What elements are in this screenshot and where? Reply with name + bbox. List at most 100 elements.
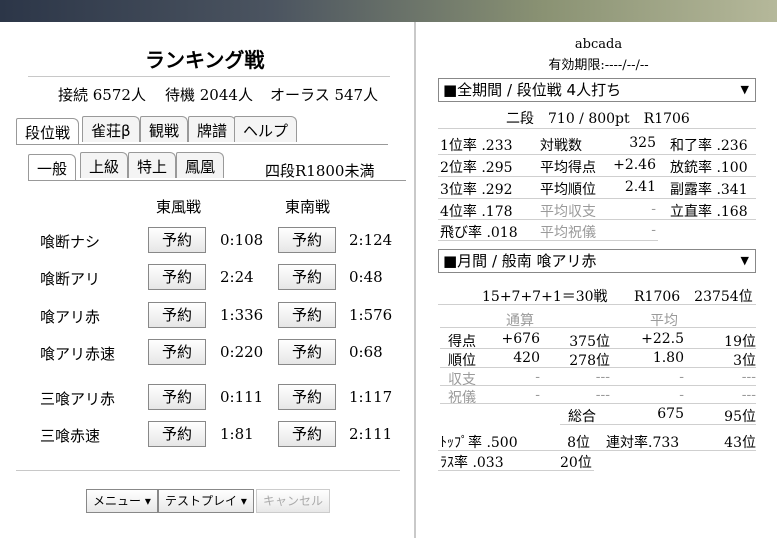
stat-avg-score-label: 平均得点 [540,160,596,176]
reserve-tonpu-button[interactable]: 予約 [148,421,206,447]
reserve-tonnan-button[interactable]: 予約 [278,384,336,410]
grid-line [440,327,756,328]
tonnan-count: 1:117 [349,388,393,406]
monthly-rating: R1706 23754位 [634,289,753,305]
top-rate: ﾄｯﾌﾟ率 .500 [440,435,518,451]
menu-button[interactable]: メニュー ▾ [86,489,158,513]
testplay-button[interactable]: テストプレイ ▾ [158,489,254,513]
divider [438,304,756,305]
stat-avg-rank-value: 2.41 [624,179,656,195]
tonpu-count: 0:111 [220,388,264,406]
reserve-tonnan-button[interactable]: 予約 [278,264,336,290]
stat-win-rate: 和了率 .236 [670,138,748,154]
reserve-tonnan-button[interactable]: 予約 [278,227,336,253]
total-value: - [535,387,540,403]
subtab-houou[interactable]: 鳳凰 [176,152,225,178]
avg-rank: --- [741,387,756,403]
overall-rank: 95位 [724,409,756,425]
subtab-strip-line [28,180,406,181]
stat-1st-rate: 1位率 .233 [440,138,513,154]
tonnan-count: 1:576 [349,306,393,324]
monthly-mode-select[interactable]: ■月間 / 般南 喰アリ赤 ▼ [438,249,756,273]
tab-haifu[interactable]: 牌譜 [188,116,237,142]
reserve-tonpu-button[interactable]: 予約 [148,384,206,410]
avg-value: - [679,387,684,403]
stat-games-value: 325 [629,135,656,151]
last-rate: ﾗｽ率 .033 [440,455,504,471]
row-label: 三喰赤速 [40,427,101,445]
tab-dan[interactable]: 段位戦 [16,118,80,145]
tonpu-count: 1:81 [220,425,254,443]
row-label: 収支 [448,372,476,388]
username: abcada [574,37,623,52]
row-label: 祝儀 [448,390,476,406]
grid-line [438,198,756,199]
stat-2nd-rate: 2位率 .295 [440,160,513,176]
grid-line [440,385,756,386]
player-stats-panel: abcada 有効期限:----/--/-- ■全期間 / 段位戦 4人打ち ▼… [420,22,777,538]
divider [438,128,756,129]
grid-line [438,176,756,177]
tab-help[interactable]: ヘルプ [234,116,298,142]
overall-label: 総合 [568,409,596,425]
select-value: ■全期間 / 段位戦 4人打ち [443,81,622,99]
stat-avg-bonus-value: - [651,222,656,238]
cancel-button[interactable]: キャンセル [256,489,331,513]
reserve-tonpu-button[interactable]: 予約 [148,264,206,290]
tonnan-count: 0:48 [349,268,383,286]
avg-value: +22.5 [641,331,684,347]
avg-rank: --- [741,369,756,385]
bottom-divider [16,470,400,471]
grid-line [440,348,756,349]
stat-avg-balance-label: 平均収支 [540,204,596,220]
grid-line [438,154,756,155]
reserve-tonpu-button[interactable]: 予約 [148,227,206,253]
dropdown-arrow-icon: ▼ [740,254,749,267]
tab-strip-line [16,144,388,145]
tonpu-count: 0:220 [220,343,264,361]
subtab-ippan[interactable]: 一般 [28,154,77,181]
tonpu-count: 0:108 [220,231,264,249]
reserve-tonpu-button[interactable]: 予約 [148,302,206,328]
total-value: - [535,369,540,385]
tonpu-count: 1:336 [220,306,264,324]
orasu-count: オーラス 547人 [270,86,379,104]
tonnan-count: 2:111 [349,425,393,443]
subtab-tokujou[interactable]: 特上 [128,152,177,178]
overall-value: 675 [657,406,684,422]
period-mode-select[interactable]: ■全期間 / 段位戦 4人打ち ▼ [438,78,756,102]
avg-value: 1.80 [652,350,684,366]
total-rank: --- [595,369,610,385]
total-value: 420 [513,350,540,366]
rank-line: 二段 710 / 800pt R1706 [506,111,690,127]
tonpu-count: 2:24 [220,268,254,286]
stat-avg-rank-label: 平均順位 [540,182,596,198]
last-rate-rank: 20位 [560,455,592,471]
online-count: 接続 6572人 [58,86,146,104]
grid-line [438,240,658,241]
stat-call-rate: 副露率 .341 [670,182,748,198]
tonnan-header: 東南戦 [285,198,331,216]
stat-bust-rate: 飛び率 .018 [440,225,518,241]
subtab-joukyuu[interactable]: 上級 [80,152,129,178]
row-label: 喰アリ赤 [40,308,101,326]
grid-line [560,424,756,425]
stat-3rd-rate: 3位率 .292 [440,182,513,198]
grid-line [440,403,756,404]
reserve-tonnan-button[interactable]: 予約 [278,302,336,328]
total-value: +676 [501,331,540,347]
tab-jansou[interactable]: 雀荘β [82,116,140,142]
row-label: 喰アリ赤速 [40,345,116,363]
tab-watch[interactable]: 観戦 [140,116,189,142]
reserve-tonpu-button[interactable]: 予約 [148,339,206,365]
top-rate-rank: 8位 [567,435,590,451]
dropdown-arrow-icon: ▼ [740,83,749,96]
reserve-tonnan-button[interactable]: 予約 [278,421,336,447]
grid-line [438,470,594,471]
grid-line [438,450,756,451]
window-top-bar [0,0,777,22]
stat-avg-balance-value: - [651,201,656,217]
tonnan-count: 2:124 [349,231,393,249]
stat-4th-rate: 4位率 .178 [440,204,513,220]
reserve-tonnan-button[interactable]: 予約 [278,339,336,365]
